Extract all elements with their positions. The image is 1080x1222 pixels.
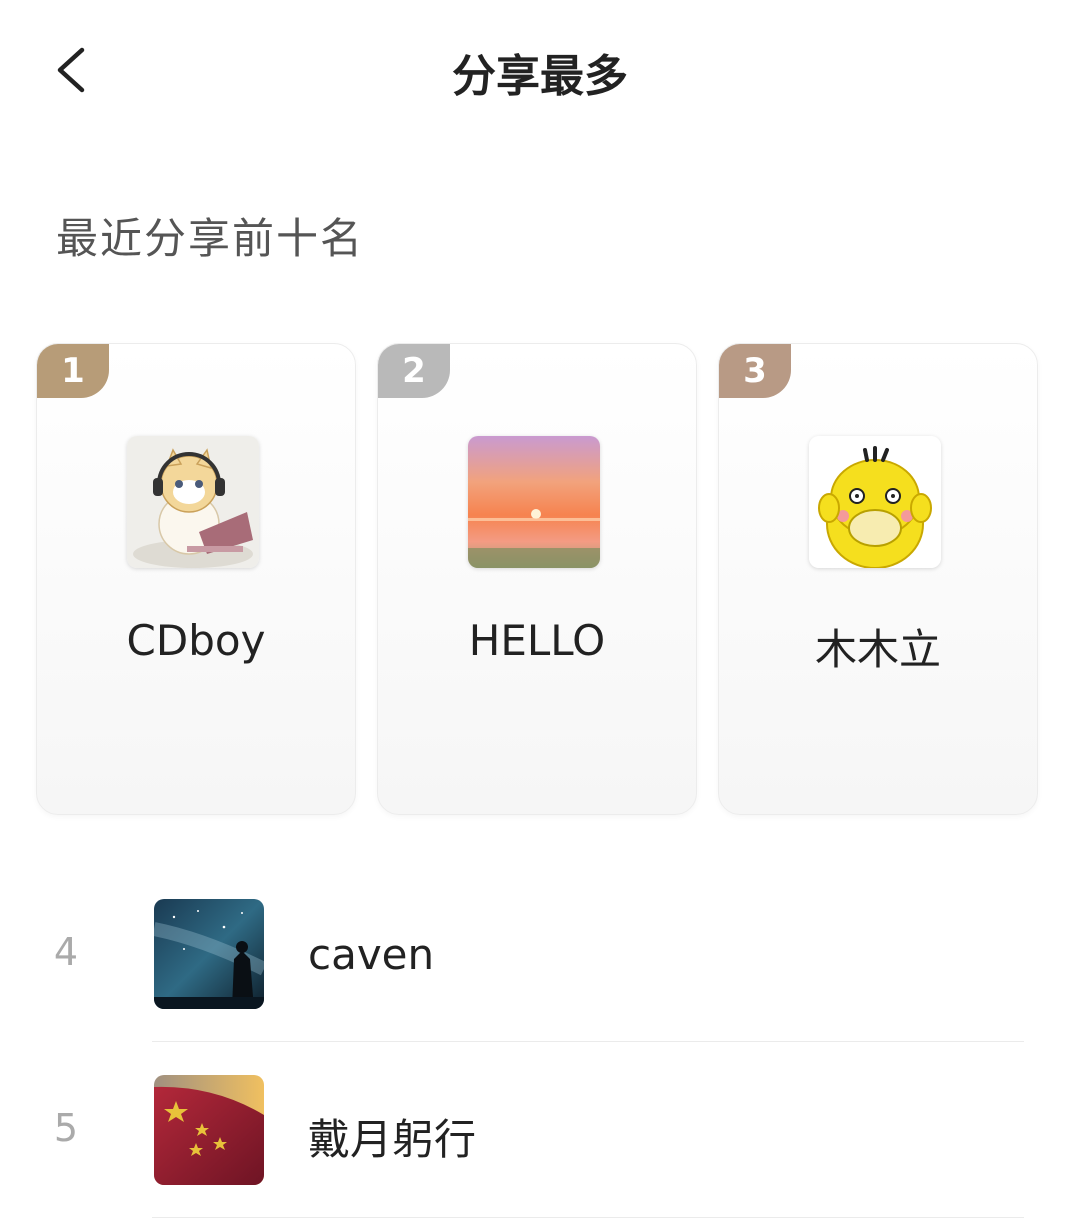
list-item[interactable]: 5 戴月躬行 bbox=[0, 1046, 1080, 1222]
divider bbox=[152, 1041, 1024, 1042]
rank-badge: 2 bbox=[378, 344, 450, 398]
avatar[interactable] bbox=[154, 1075, 264, 1185]
rank-badge: 3 bbox=[719, 344, 791, 398]
flag-avatar-image bbox=[154, 1075, 264, 1185]
user-name: HELLO bbox=[468, 616, 606, 665]
user-name: 戴月躬行 bbox=[308, 1115, 477, 1164]
avatar[interactable] bbox=[809, 436, 941, 568]
avatar[interactable] bbox=[468, 436, 600, 568]
avatar[interactable] bbox=[154, 899, 264, 1009]
user-name: 木木立 bbox=[814, 625, 941, 674]
duck-avatar-image bbox=[809, 436, 941, 568]
top-three-podium: 1 CDboy 2 HELLO 3 木木立 bbox=[36, 343, 1040, 815]
user-name: CDboy bbox=[126, 616, 266, 665]
rank-number: 4 bbox=[53, 930, 79, 974]
night-sky-avatar-image bbox=[154, 899, 264, 1009]
header-bar: 分享最多 bbox=[0, 0, 1080, 140]
page-title: 分享最多 bbox=[452, 51, 628, 102]
sunset-avatar-image bbox=[468, 436, 600, 568]
cat-avatar-image bbox=[127, 436, 259, 568]
rank-badge: 1 bbox=[37, 344, 109, 398]
podium-card-1[interactable]: 1 CDboy bbox=[36, 343, 356, 815]
podium-card-3[interactable]: 3 木木立 bbox=[718, 343, 1038, 815]
rank-number: 5 bbox=[53, 1106, 79, 1150]
divider bbox=[152, 1217, 1024, 1218]
avatar[interactable] bbox=[127, 436, 259, 568]
podium-card-2[interactable]: 2 HELLO bbox=[377, 343, 697, 815]
section-title: 最近分享前十名 bbox=[56, 214, 365, 263]
user-name: caven bbox=[308, 930, 435, 979]
list-item[interactable]: 4 caven bbox=[0, 870, 1080, 1046]
